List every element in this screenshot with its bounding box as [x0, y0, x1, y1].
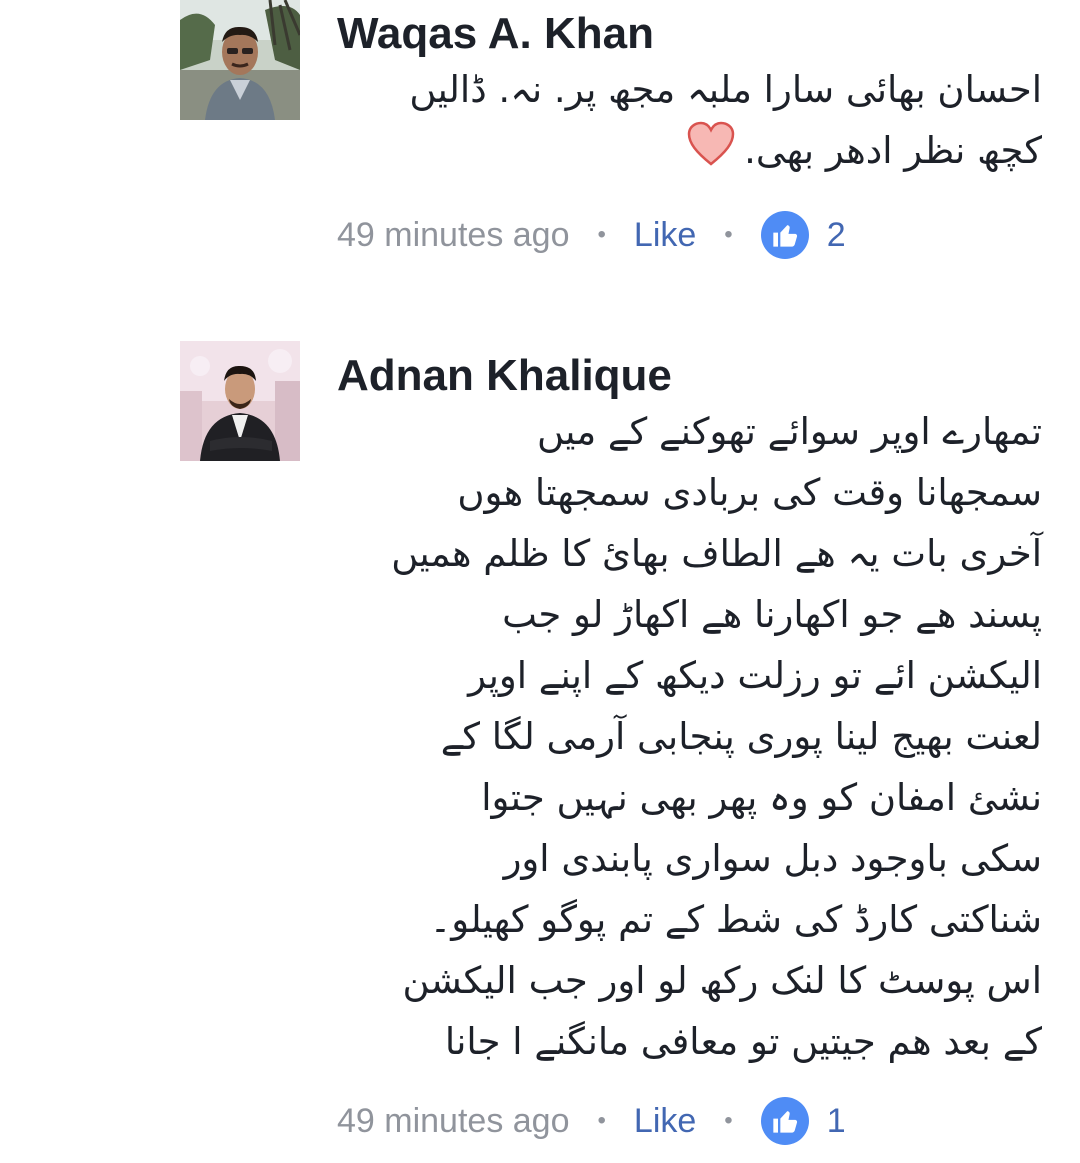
like-count[interactable]: 2	[827, 216, 846, 255]
comment-line: اس پوسٹ کا لنک رکھ لو اور جب الیکشن	[402, 959, 1042, 1002]
comment-meta: 49 minutes ago • Like • 1	[337, 1096, 846, 1146]
comment-meta: 49 minutes ago • Like • 2	[337, 210, 846, 260]
comment-timestamp[interactable]: 49 minutes ago	[337, 216, 570, 255]
comment-body: تمھارے اوپر سوائے تھوکنے کے میں سمجھانا …	[391, 401, 1042, 1072]
comment-line: نشئ امفان کو وہ پھر بھی نہیں جتوا	[481, 776, 1042, 819]
comment-line: احسان بھائی سارا ملبہ مجھ پر. نہ. ڈالیں	[409, 68, 1042, 111]
thumbs-up-icon[interactable]	[760, 211, 809, 259]
comment-body: احسان بھائی سارا ملبہ مجھ پر. نہ. ڈالیں …	[409, 59, 1042, 181]
separator-dot: •	[724, 221, 733, 248]
comment-line: شناکتی کارڈ کی شط کے تم پوگو کھیلو۔	[429, 898, 1042, 941]
comment-line: تمھارے اوپر سوائے تھوکنے کے میں	[537, 410, 1042, 453]
comment-line: آخری بات یہ ھے الطاف بھائ کا ظلم ھمیں	[391, 532, 1042, 575]
avatar[interactable]	[180, 0, 300, 120]
comment-line: پسند ھے جو اکھارنا ھے اکھاڑ لو جب	[502, 593, 1042, 636]
avatar[interactable]	[180, 341, 300, 461]
comment-line: لعنت بھیج لینا پوری پنجابی آرمی لگا کے	[440, 715, 1042, 758]
comment-timestamp[interactable]: 49 minutes ago	[337, 1102, 570, 1141]
separator-dot: •	[724, 1107, 733, 1134]
separator-dot: •	[597, 221, 606, 248]
comment-author[interactable]: Waqas A. Khan	[337, 8, 654, 60]
like-button[interactable]: Like	[634, 1102, 696, 1141]
comment-line: سکی باوجود دبل سواری پابندی اور	[503, 837, 1042, 880]
like-count[interactable]: 1	[827, 1102, 846, 1141]
comment-line-text: کچھ نظر ادھر بھی.	[744, 129, 1042, 172]
comment-line: الیکشن ائے تو رزلت دیکھ کے اپنے اوپر	[468, 654, 1042, 697]
comment-line: کے بعد ھم جیتیں تو معافی مانگنے ا جانا	[444, 1020, 1042, 1063]
comment-line: سمجھانا وقت کی بربادی سمجھتا ھوں	[457, 471, 1042, 514]
like-button[interactable]: Like	[634, 216, 696, 255]
separator-dot: •	[597, 1107, 606, 1134]
comment-author[interactable]: Adnan Khalique	[337, 350, 672, 402]
heart-icon	[686, 121, 736, 185]
thumbs-up-icon[interactable]	[760, 1097, 809, 1145]
comment-line: کچھ نظر ادھر بھی.	[409, 120, 1042, 181]
